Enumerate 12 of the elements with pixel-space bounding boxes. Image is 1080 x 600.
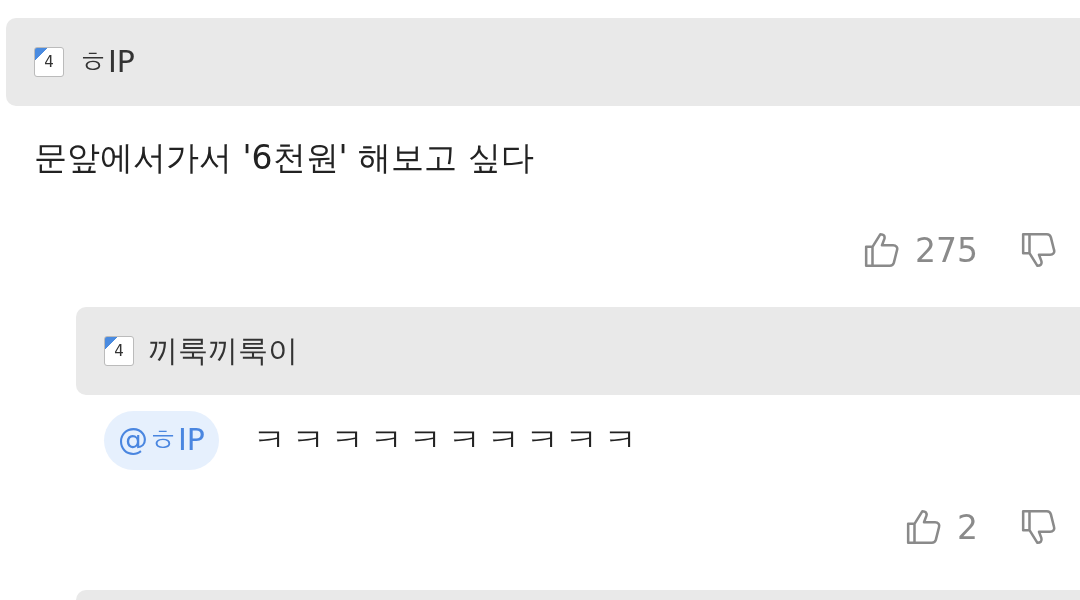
like-count: 2	[957, 507, 978, 547]
author-name[interactable]: 끼룩끼룩이	[148, 330, 298, 372]
comment-text: ㅋㅋㅋㅋㅋㅋㅋㅋㅋㅋ	[252, 419, 643, 461]
thumbs-down-icon[interactable]	[1020, 508, 1058, 546]
comment-text: 문앞에서가서 '6천원' 해보고 싶다	[33, 137, 535, 179]
author-name[interactable]: ㅎIP	[78, 41, 135, 83]
level-badge: 4	[104, 336, 134, 366]
thumbs-up-icon[interactable]	[905, 508, 943, 546]
thumbs-down-icon[interactable]	[1020, 231, 1058, 269]
thumbs-up-icon[interactable]	[863, 231, 901, 269]
like-count: 275	[915, 230, 978, 270]
level-badge: 4	[34, 47, 64, 77]
